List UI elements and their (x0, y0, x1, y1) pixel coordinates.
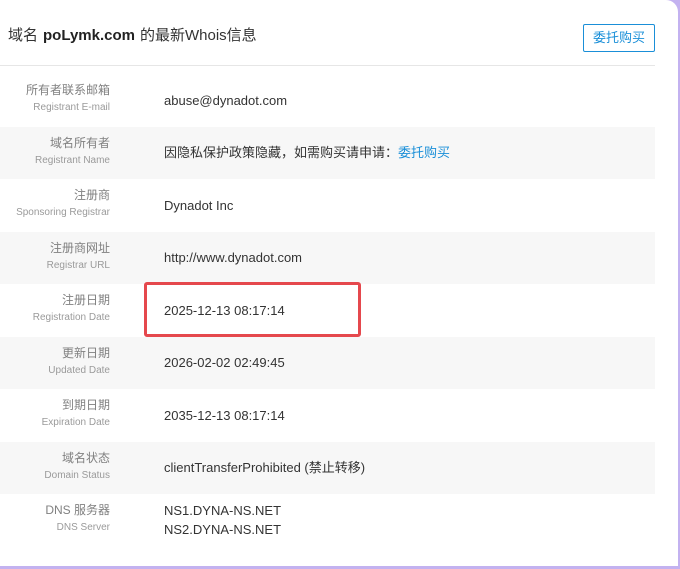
domain-status-value: clientTransferProhibited (禁止转移) (164, 460, 366, 476)
whois-table: 所有者联系邮箱 Registrant E-mail abuse@dynadot.… (0, 74, 655, 547)
row-label-en: Domain Status (44, 469, 110, 481)
registrar-url-value: http://www.dynadot.com (164, 250, 303, 266)
whois-row-dns-server: DNS 服务器 DNS Server NS1.DYNA-NS.NET NS2.D… (0, 494, 655, 547)
row-label-en: Registrant E-mail (33, 102, 110, 113)
registration-date-value: 2025-12-13 08:17:14 (164, 302, 285, 318)
row-value: http://www.dynadot.com (164, 232, 302, 285)
whois-row-registrar: 注册商 Sponsoring Registrar Dynadot Inc (0, 179, 655, 232)
registrant-name-value: 因隐私保护政策隐藏，如需购买请申请： (164, 145, 399, 161)
row-label: 注册商 Sponsoring Registrar (0, 179, 110, 232)
row-label: 更新日期 Updated Date (0, 337, 110, 390)
row-label-en: Registrant Name (34, 154, 110, 166)
whois-row-registrant-name: 域名所有者 Registrant Name 因隐私保护政策隐藏，如需购买请申请：… (0, 126, 655, 180)
row-value: NS1.DYNA-NS.NET NS2.DYNA-NS.NET (164, 494, 281, 547)
row-value: 2026-02-02 02:49:45 (164, 337, 285, 390)
updated-date-value: 2026-02-02 02:49:45 (164, 355, 285, 371)
row-value: 因隐私保护政策隐藏，如需购买请申请：委托购买 (164, 127, 450, 180)
row-label: 注册日期 Registration Date (0, 284, 110, 337)
row-label: DNS 服务器 DNS Server (0, 494, 110, 547)
row-label-en: DNS Server (56, 522, 110, 533)
row-label-cn: 到期日期 (61, 398, 110, 412)
row-label: 域名所有者 Registrant Name (0, 127, 110, 180)
row-label-cn: 注册日期 (61, 293, 110, 307)
row-label-cn: 所有者联系邮箱 (25, 83, 110, 97)
dns-server-1-value: NS1.DYNA-NS.NET (164, 503, 282, 519)
whois-row-registration-date: 注册日期 Registration Date 2025-12-13 08:17:… (0, 284, 655, 337)
domain-name: poLymk.com (43, 27, 135, 44)
row-value: clientTransferProhibited (禁止转移) (164, 442, 365, 495)
row-label: 域名状态 Domain Status (0, 442, 110, 495)
row-label-cn: 更新日期 (61, 345, 110, 360)
row-label-en: Sponsoring Registrar (16, 207, 110, 218)
row-value: 2035-12-13 08:17:14 (164, 389, 285, 442)
row-label-cn: 域名状态 (61, 450, 110, 465)
entrust-buy-button[interactable]: 委托购买 (583, 24, 655, 52)
entrust-buy-link[interactable]: 委托购买 (398, 145, 450, 160)
page-title: 域名 poLymk.com 的最新Whois信息 (8, 26, 257, 46)
row-label-cn: 域名所有者 (49, 135, 110, 150)
registrant-email-value: abuse@dynadot.com (164, 92, 288, 108)
title-prefix: 域名 (8, 27, 39, 44)
whois-header: 域名 poLymk.com 的最新Whois信息 委托购买 (0, 0, 655, 66)
row-label-cn: DNS 服务器 (45, 503, 110, 517)
row-label-en: Registrar URL (46, 259, 110, 271)
row-label: 注册商网址 Registrar URL (0, 232, 110, 285)
registrant-name-line: 因隐私保护政策隐藏，如需购买请申请：委托购买 (164, 143, 450, 162)
row-label-en: Registration Date (32, 312, 110, 323)
row-value: abuse@dynadot.com (164, 74, 287, 127)
registrar-value: Dynadot Inc (164, 197, 234, 213)
row-label-en: Updated Date (48, 364, 110, 376)
title-suffix: 的最新Whois信息 (139, 27, 257, 44)
whois-row-registrar-url: 注册商网址 Registrar URL http://www.dynadot.c… (0, 231, 655, 285)
row-label: 到期日期 Expiration Date (0, 389, 110, 442)
whois-row-registrant-email: 所有者联系邮箱 Registrant E-mail abuse@dynadot.… (0, 74, 655, 127)
whois-card: 域名 poLymk.com 的最新Whois信息 委托购买 所有者联系邮箱 Regi… (0, 0, 678, 566)
whois-row-domain-status: 域名状态 Domain Status clientTransferProhibi… (0, 441, 655, 495)
whois-row-expiration-date: 到期日期 Expiration Date 2035-12-13 08:17:14 (0, 389, 655, 442)
row-label-en: Expiration Date (41, 417, 110, 428)
whois-row-updated-date: 更新日期 Updated Date 2026-02-02 02:49:45 (0, 336, 655, 390)
row-label-cn: 注册商 (73, 188, 110, 202)
row-label-cn: 注册商网址 (49, 240, 110, 255)
row-value: Dynadot Inc (164, 179, 233, 232)
dns-server-2-value: NS2.DYNA-NS.NET (164, 522, 282, 538)
row-value: 2025-12-13 08:17:14 (164, 284, 285, 337)
expiration-date-value: 2035-12-13 08:17:14 (164, 407, 285, 423)
row-label: 所有者联系邮箱 Registrant E-mail (0, 74, 110, 127)
